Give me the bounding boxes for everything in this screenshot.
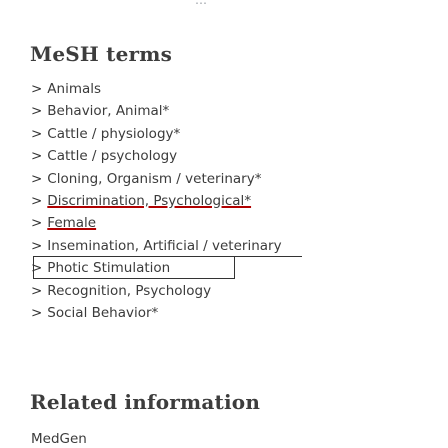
mesh-term-label[interactable]: Insemination, Artificial / veterinary bbox=[47, 238, 281, 254]
mesh-term-label[interactable]: Recognition, Psychology bbox=[47, 283, 211, 299]
mesh-term-label[interactable]: Discrimination, Psychological* bbox=[47, 193, 251, 209]
chevron-right-icon[interactable]: > bbox=[31, 190, 43, 212]
chevron-right-icon[interactable]: > bbox=[31, 212, 43, 234]
mesh-terms-list: > Animals > Behavior, Animal* > Cattle /… bbox=[31, 78, 431, 324]
mesh-term-item[interactable]: > Female bbox=[31, 212, 431, 234]
chevron-right-icon[interactable]: > bbox=[31, 145, 43, 167]
related-information-heading: Related information bbox=[30, 390, 261, 414]
mesh-term-label[interactable]: Social Behavior* bbox=[47, 305, 158, 321]
chevron-right-icon[interactable]: > bbox=[31, 123, 43, 145]
mesh-term-item[interactable]: > Recognition, Psychology bbox=[31, 280, 431, 302]
mesh-term-label[interactable]: Animals bbox=[47, 81, 101, 97]
mesh-term-label[interactable]: Female bbox=[47, 215, 96, 231]
related-link-medgen[interactable]: MedGen bbox=[31, 431, 87, 447]
mesh-term-label[interactable]: Cattle / physiology* bbox=[47, 126, 180, 142]
chevron-right-icon[interactable]: > bbox=[31, 257, 43, 279]
chevron-right-icon[interactable]: > bbox=[31, 302, 43, 324]
chevron-right-icon[interactable]: > bbox=[31, 235, 43, 257]
mesh-term-item[interactable]: > Photic Stimulation bbox=[31, 257, 431, 279]
mesh-term-item[interactable]: > Cattle / physiology* bbox=[31, 123, 431, 145]
mesh-term-label[interactable]: Cloning, Organism / veterinary* bbox=[47, 171, 261, 187]
mesh-term-item-selected[interactable]: > Discrimination, Psychological* bbox=[31, 190, 431, 212]
mesh-term-label[interactable]: Cattle / psychology bbox=[47, 148, 177, 164]
chevron-right-icon[interactable]: > bbox=[31, 100, 43, 122]
chevron-right-icon[interactable]: > bbox=[31, 78, 43, 100]
chevron-right-icon[interactable]: > bbox=[31, 168, 43, 190]
mesh-term-label[interactable]: Photic Stimulation bbox=[47, 260, 170, 276]
mesh-term-item[interactable]: > Cattle / psychology bbox=[31, 145, 431, 167]
mesh-term-item[interactable]: > Cloning, Organism / veterinary* bbox=[31, 168, 431, 190]
chevron-right-icon[interactable]: > bbox=[31, 280, 43, 302]
more-indicator: ⋯ bbox=[195, 0, 208, 10]
mesh-term-item[interactable]: > Insemination, Artificial / veterinary bbox=[31, 235, 431, 257]
mesh-terms-heading: MeSH terms bbox=[30, 42, 173, 66]
mesh-term-item[interactable]: > Social Behavior* bbox=[31, 302, 431, 324]
mesh-term-item[interactable]: > Animals bbox=[31, 78, 431, 100]
mesh-term-label[interactable]: Behavior, Animal* bbox=[47, 103, 169, 119]
mesh-term-item[interactable]: > Behavior, Animal* bbox=[31, 100, 431, 122]
